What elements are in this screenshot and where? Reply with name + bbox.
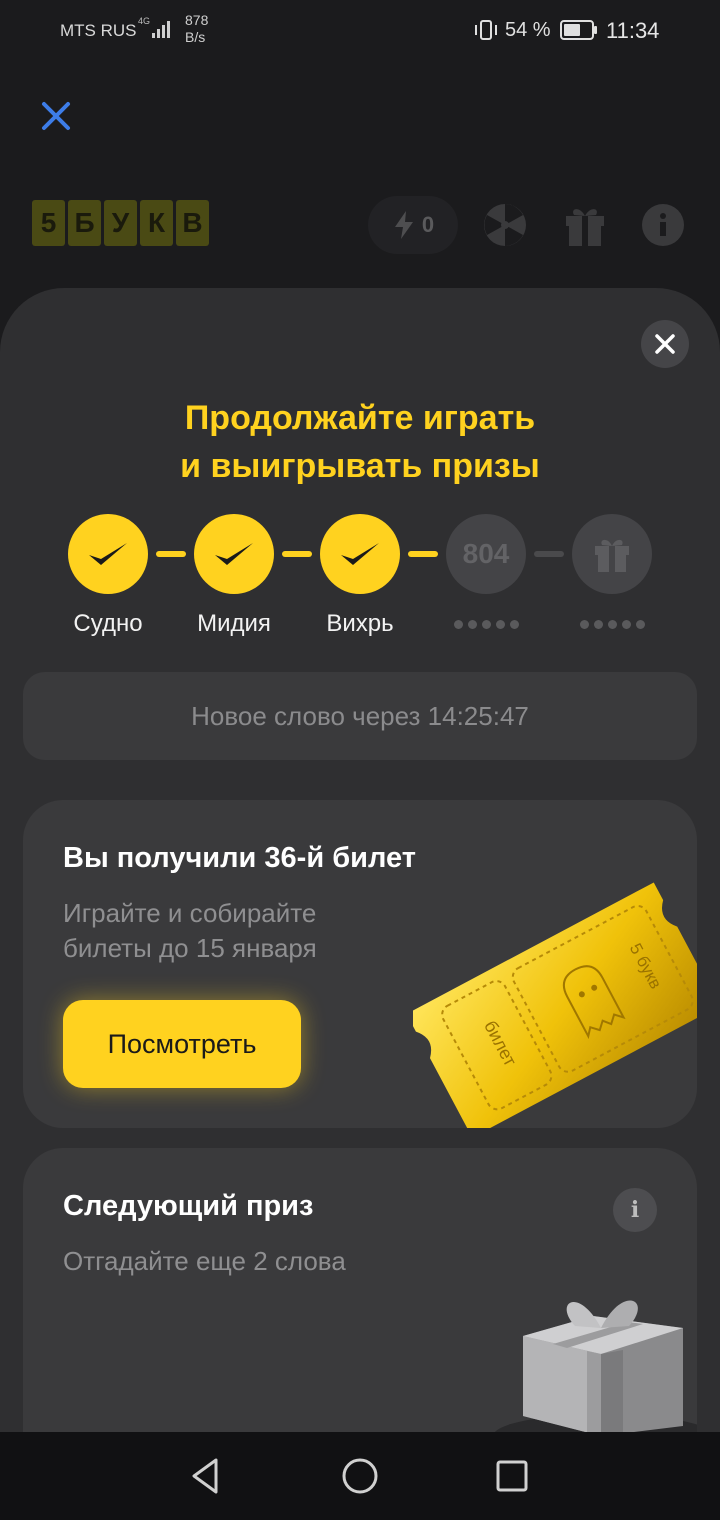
clock: 11:34 bbox=[606, 18, 660, 43]
sheet-title-line2: и выигрывать призы bbox=[180, 447, 540, 485]
step-connector bbox=[282, 551, 312, 557]
step-3-done bbox=[320, 514, 400, 594]
sheet-title-line1: Продолжайте играть bbox=[184, 399, 536, 437]
speed-value: 878 bbox=[185, 12, 209, 28]
prize-card-title: Следующий приз bbox=[63, 1190, 314, 1222]
step-1-done bbox=[68, 514, 148, 594]
network-speed: 878 B/s bbox=[185, 12, 208, 46]
checkmark-icon bbox=[341, 543, 379, 565]
ticket-image: билет 5 букв bbox=[413, 882, 697, 1128]
gift-icon bbox=[595, 539, 629, 572]
step-connector bbox=[156, 551, 186, 557]
close-icon bbox=[655, 334, 675, 354]
ticket-card-subtitle-line2: билеты до 15 января bbox=[63, 933, 317, 963]
home-icon[interactable] bbox=[336, 1452, 384, 1500]
step-4-number: 804 bbox=[462, 538, 510, 569]
lightning-icon bbox=[394, 211, 413, 239]
logo-letter: У bbox=[104, 200, 137, 246]
close-icon[interactable] bbox=[38, 98, 74, 134]
prize-info-button[interactable]: i bbox=[613, 1188, 657, 1232]
back-icon[interactable] bbox=[182, 1452, 230, 1500]
prize-card-subtitle: Отгадайте еще 2 слова bbox=[63, 1246, 346, 1276]
step-1-label: Судно bbox=[73, 610, 143, 637]
energy-count: 0 bbox=[421, 212, 435, 237]
step-3-label: Вихрь bbox=[326, 610, 394, 637]
sheet-close-button[interactable] bbox=[641, 320, 689, 368]
step-connector bbox=[408, 551, 438, 557]
checkmark-icon bbox=[89, 543, 127, 565]
battery-percent: 54 % bbox=[505, 19, 551, 41]
step-4-pending: 804 bbox=[446, 514, 526, 594]
ticket-card: Вы получили 36-й билет Играйте и собирай… bbox=[23, 800, 697, 1128]
view-tickets-button[interactable]: Посмотреть bbox=[63, 1000, 301, 1088]
energy-counter[interactable]: 0 bbox=[368, 196, 458, 254]
step-connector bbox=[534, 551, 564, 557]
ticket-card-title: Вы получили 36-й билет bbox=[63, 842, 416, 874]
step-5-hidden-word bbox=[576, 620, 648, 629]
app-logo: 5 Б У К В bbox=[32, 200, 209, 246]
logo-letter: 5 bbox=[32, 200, 65, 246]
vibrate-icon bbox=[475, 20, 497, 40]
recents-icon[interactable] bbox=[488, 1452, 536, 1500]
status-bar: MTS RUS 4G 878 B/s 54 % 11:34 bbox=[0, 0, 720, 62]
gift-icon[interactable] bbox=[562, 202, 608, 248]
logo-letter: В bbox=[176, 200, 209, 246]
signal-icon bbox=[152, 21, 170, 38]
sheet-title: Продолжайте играть и выигрывать призы bbox=[0, 394, 720, 490]
wheel-icon[interactable] bbox=[482, 202, 528, 248]
logo-letter: Б bbox=[68, 200, 101, 246]
system-nav-bar bbox=[0, 1432, 720, 1520]
ticket-card-subtitle: Играйте и собирайте билеты до 15 января bbox=[63, 896, 317, 966]
step-4-hidden-word bbox=[450, 620, 522, 629]
step-2-done bbox=[194, 514, 274, 594]
step-2-label: Мидия bbox=[197, 610, 271, 637]
ticket-card-subtitle-line1: Играйте и собирайте bbox=[63, 898, 317, 928]
info-icon[interactable] bbox=[640, 202, 686, 248]
gift-box-image bbox=[493, 1300, 697, 1436]
network-type: 4G bbox=[138, 16, 151, 26]
step-5-gift bbox=[572, 514, 652, 594]
next-word-timer: Новое слово через 14:25:47 bbox=[23, 672, 697, 760]
checkmark-icon bbox=[215, 543, 253, 565]
logo-letter: К bbox=[140, 200, 173, 246]
speed-unit: B/s bbox=[185, 29, 206, 45]
carrier-name: MTS RUS bbox=[60, 21, 137, 40]
battery-icon bbox=[560, 20, 597, 40]
